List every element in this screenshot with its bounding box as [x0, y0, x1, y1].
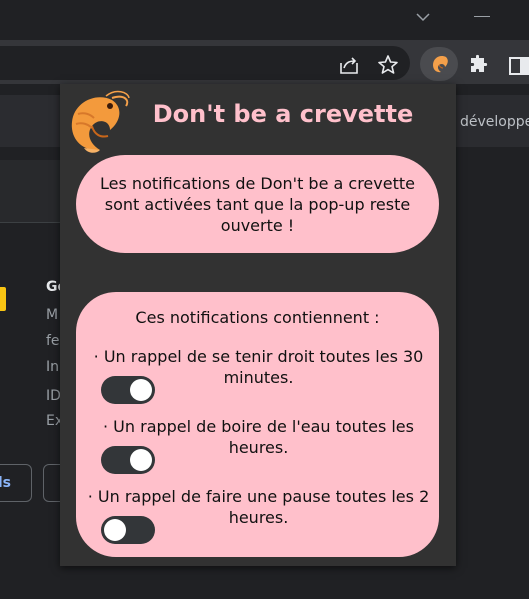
background-line: fe [46, 333, 60, 349]
background-line: In [46, 359, 60, 375]
shrimp-icon [433, 55, 448, 73]
folder-icon [0, 287, 6, 311]
info-message: Les notifications de Don't be a crevette… [100, 174, 415, 235]
share-icon[interactable] [337, 53, 361, 77]
background-line: M [46, 307, 59, 323]
background-button-label: ls [0, 475, 11, 491]
side-panel-icon[interactable] [507, 54, 529, 78]
minimize-button[interactable] [474, 16, 490, 17]
extension-button-active[interactable] [420, 47, 458, 81]
toggle-break-reminder[interactable] [101, 516, 155, 544]
chevron-down-icon[interactable] [414, 10, 432, 24]
bookmark-star-icon[interactable] [376, 53, 400, 77]
background-header-text: développe [460, 114, 529, 130]
background-line: ID [46, 388, 61, 404]
background-details-button[interactable]: ls [0, 464, 32, 502]
toggle-water-reminder[interactable] [101, 446, 155, 474]
shrimp-logo-icon [71, 90, 130, 153]
extensions-puzzle-icon[interactable] [467, 53, 491, 77]
window-titlebar [0, 0, 529, 40]
notifications-heading: Ces notifications contiennent : [135, 308, 380, 327]
toggle-posture-reminder[interactable] [101, 376, 155, 404]
notifications-card: Ces notifications contiennent : · Un rap… [76, 292, 439, 557]
popup-title: Don't be a crevette [152, 100, 414, 128]
info-card: Les notifications de Don't be a crevette… [76, 155, 439, 253]
toggle-knob [130, 379, 152, 401]
toggle-knob [130, 449, 152, 471]
toggle-knob [104, 519, 126, 541]
